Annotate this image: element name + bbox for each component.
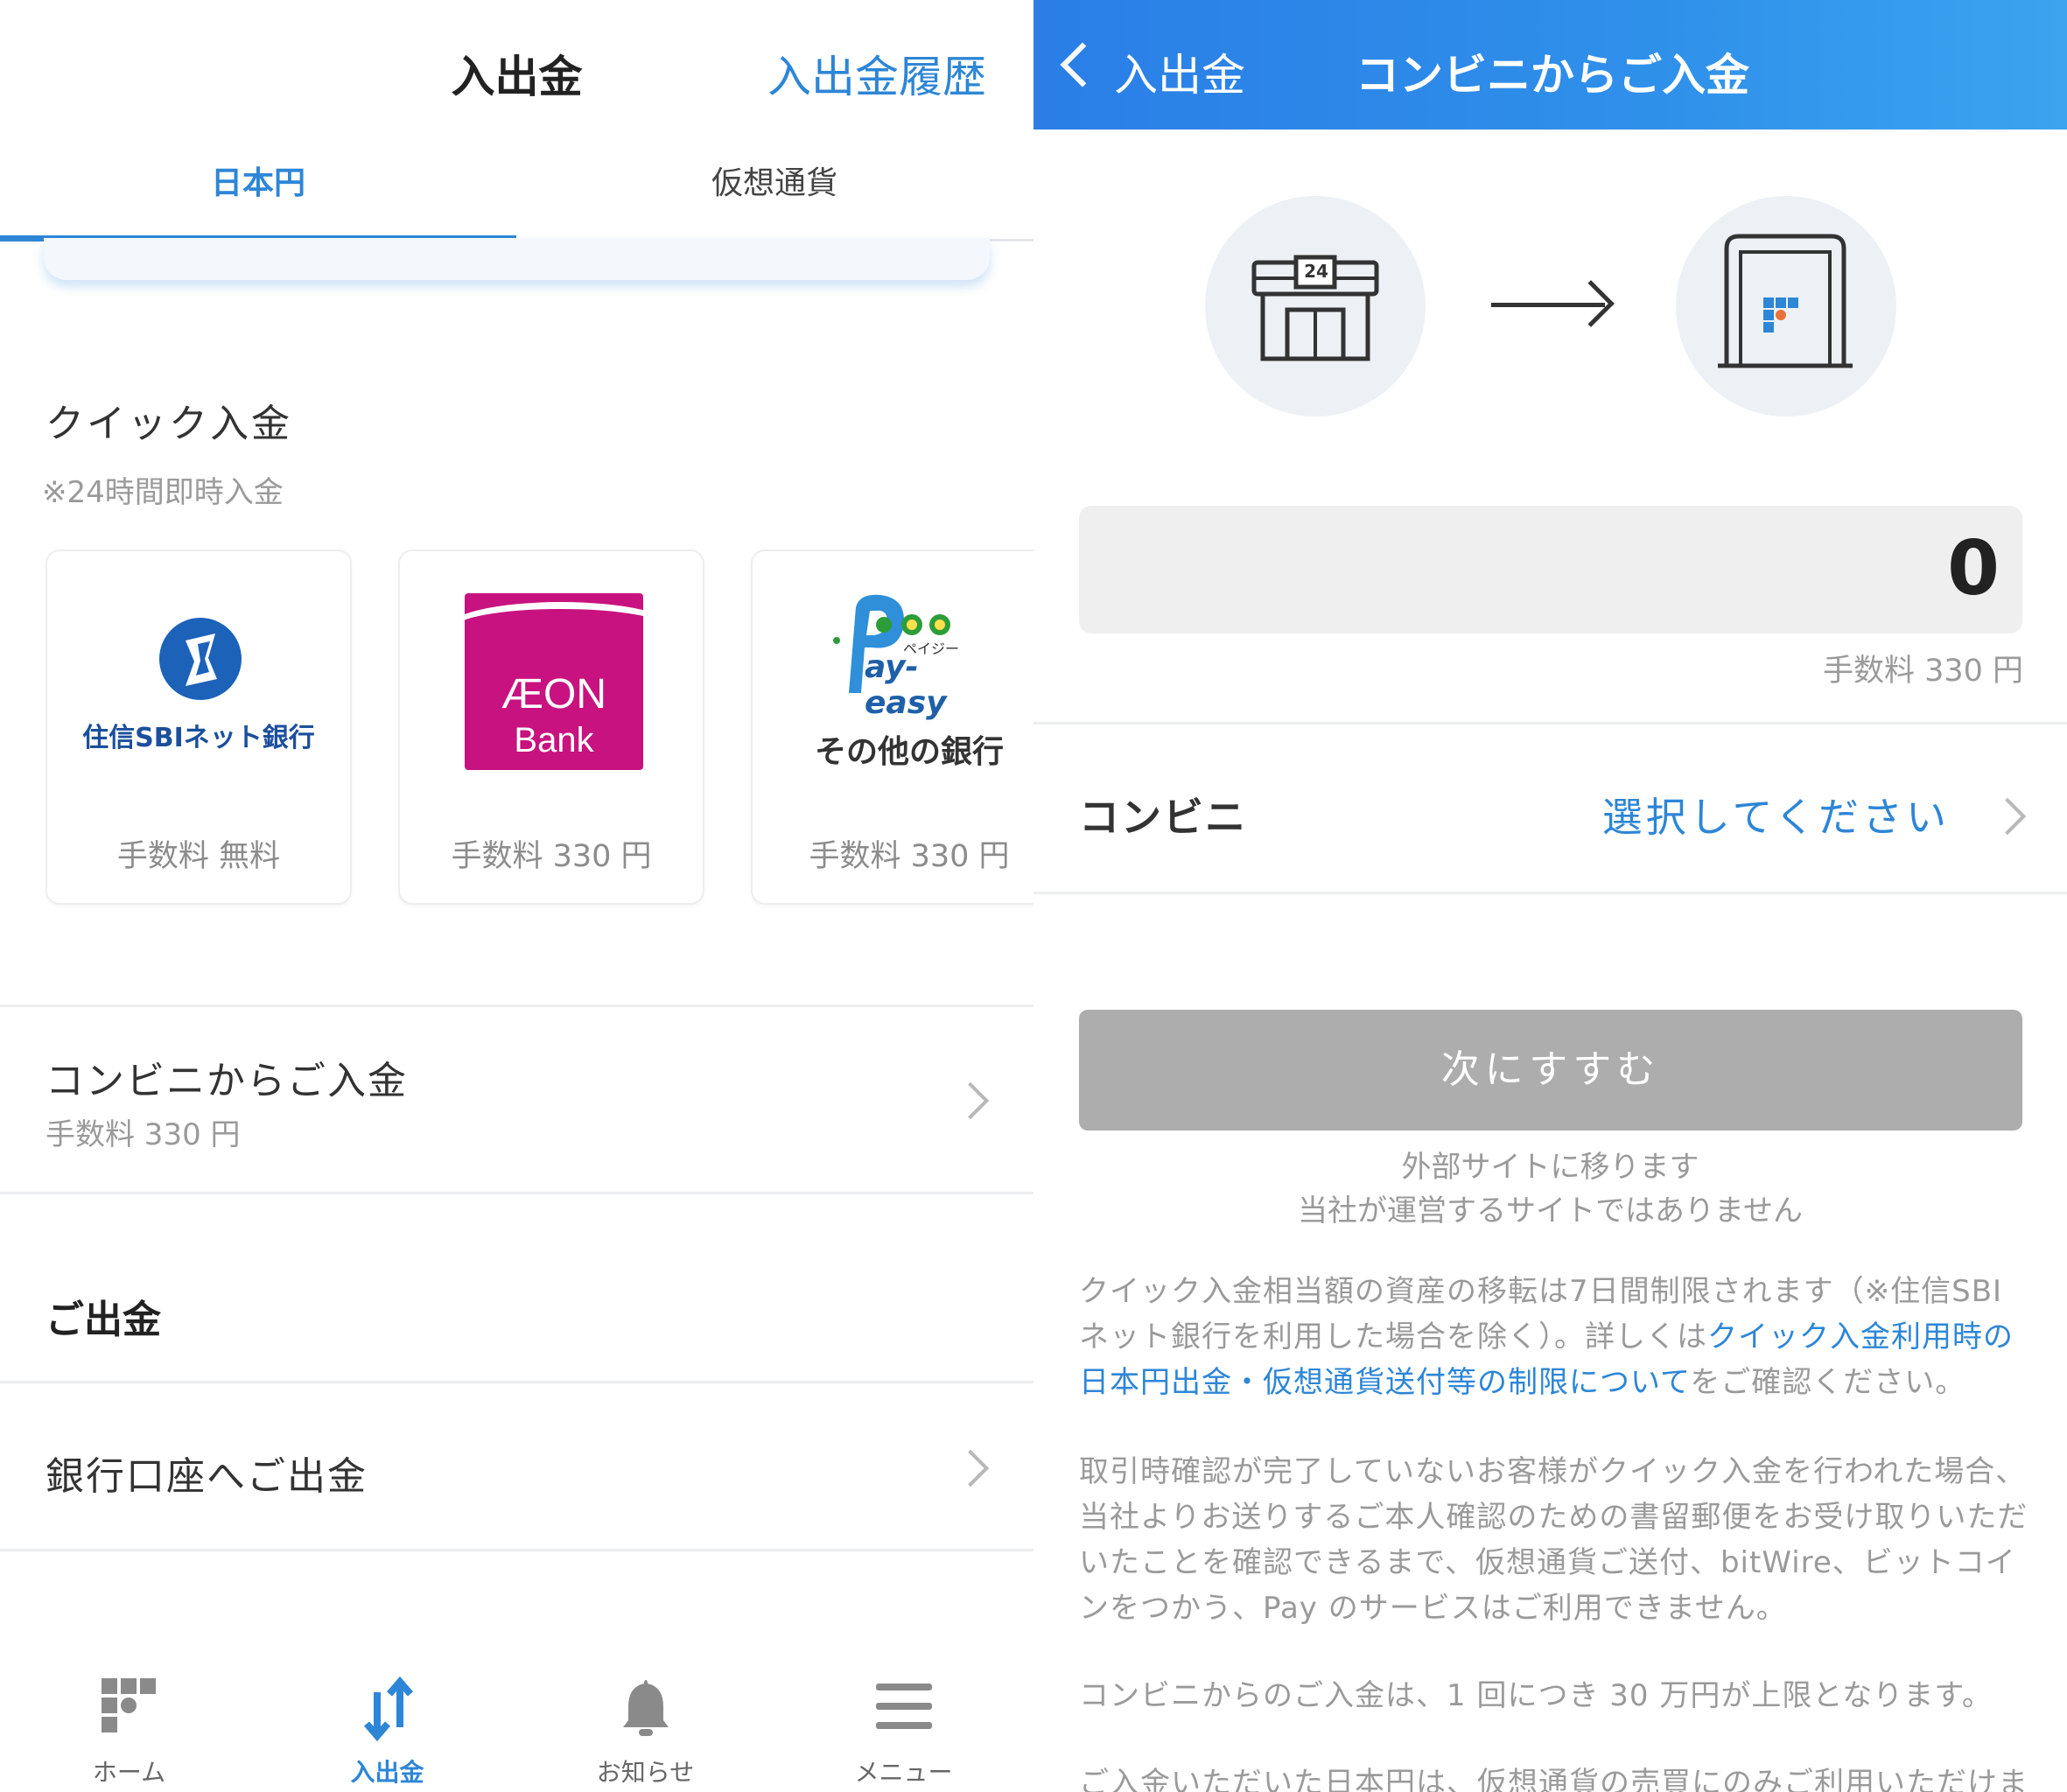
convenience-store-illustration: 24: [1205, 196, 1426, 416]
amount-input[interactable]: 0: [1079, 506, 2022, 634]
header: 入出金 コンビニからご入金: [1034, 0, 2067, 130]
back-label: 入出金: [1114, 50, 1245, 101]
tab-notifications[interactable]: お知らせ: [516, 1662, 774, 1792]
tab-home[interactable]: ホーム: [0, 1662, 258, 1792]
tab-label: お知らせ: [596, 1758, 695, 1787]
notice-text: をご確認ください。: [1690, 1365, 1966, 1400]
bank-withdraw-row[interactable]: 銀行口座へご出金: [0, 1383, 1034, 1550]
chevron-right-icon: [951, 1082, 990, 1120]
page-title: コンビニからご入金: [1356, 50, 1749, 101]
tab-crypto[interactable]: 仮想通貨: [516, 140, 1033, 242]
exchange-building-illustration: [1676, 196, 1896, 416]
aeon-bank-logo: ÆON Bank: [465, 593, 643, 770]
convenience-deposit-title: コンビニからご入金: [46, 1059, 408, 1103]
card-sbi[interactable]: 住信SBIネット銀行 手数料 無料: [46, 550, 352, 905]
quick-deposit-title: クイック入金: [46, 402, 292, 446]
screen: 入出金 入出金履歴 日本円 仮想通貨 クイック入金 ※24時間即時入金 住信SB…: [0, 0, 2067, 1792]
external-site-note: 外部サイトに移ります: [1401, 1150, 1699, 1185]
convenience-deposit-screen: 入出金 コンビニからご入金 24 0 手数料 330 円 コンビニ 選択してくだ…: [1034, 0, 2067, 1792]
convenience-deposit-fee: 手数料 330 円: [46, 1117, 241, 1152]
other-banks-name: その他の銀行: [814, 734, 1004, 770]
aeon-logo-text: ÆON: [501, 671, 606, 718]
banner-card: [44, 238, 990, 280]
bank-withdraw-title: 銀行口座へご出金: [46, 1454, 368, 1499]
aeon-logo-bank: Bank: [514, 721, 594, 760]
currency-tabs: 日本円 仮想通貨: [0, 140, 1034, 242]
payeasy-logo-icon: ペイジー ay-easy: [830, 590, 987, 721]
notice-convenience-limit: コンビニからのご入金は、1 回につき 30 万円が上限となります。: [1079, 1678, 1993, 1713]
deposit-withdraw-icon: [363, 1676, 414, 1741]
card-fee: 手数料 無料: [116, 839, 281, 874]
chevron-right-icon: [951, 1449, 990, 1488]
notice-identity-verification: 取引時確認が完了していないお客様がクイック入金を行われた場合、当社よりお送りする…: [1079, 1454, 2028, 1626]
aeon-swoosh: [465, 602, 643, 654]
payeasy-text: ay-easy: [865, 649, 947, 721]
amount-fee: 手数料 330 円: [1822, 654, 2023, 689]
bottom-tab-bar: ホーム 入出金 お知らせ メニュー: [0, 1662, 1034, 1792]
convenience-store-select[interactable]: コンビニ 選択してください: [1034, 724, 2067, 891]
card-other-banks[interactable]: ペイジー ay-easy その他の銀行 手数料 330 円: [751, 550, 1034, 905]
deposit-withdraw-screen: 入出金 入出金履歴 日本円 仮想通貨 クイック入金 ※24時間即時入金 住信SB…: [0, 0, 1034, 1792]
divider: [1034, 892, 2067, 894]
history-link[interactable]: 入出金履歴: [767, 42, 986, 105]
tab-menu[interactable]: メニュー: [774, 1662, 1033, 1792]
arrow-head: [1567, 280, 1615, 327]
chevron-right-icon: [1988, 797, 2027, 836]
building-icon: [1718, 234, 1853, 368]
tab-jpy[interactable]: 日本円: [0, 140, 516, 242]
divider: [0, 1192, 1034, 1194]
card-fee: 手数料 330 円: [809, 839, 1010, 874]
external-site-disclaimer: 当社が運営するサイトではありません: [1298, 1194, 1803, 1228]
store-badge: 24: [1304, 261, 1328, 282]
card-fee: 手数料 330 円: [451, 839, 652, 874]
convenience-store-placeholder: 選択してください: [1601, 794, 1950, 841]
divider: [0, 1549, 1034, 1551]
bell-icon: [623, 1680, 669, 1736]
next-button[interactable]: 次にすすむ: [1079, 1010, 2022, 1130]
tab-label: ホーム: [92, 1758, 166, 1787]
card-aeon[interactable]: ÆON Bank 手数料 330 円: [398, 550, 704, 905]
withdraw-section-title: ご出金: [46, 1298, 161, 1342]
notice-jpy-usage: ご入金いただいた日本円は、仮想通貨の売買にのみご利用いただけます。: [1079, 1766, 2028, 1792]
header: 入出金 入出金履歴: [0, 0, 1034, 140]
home-icon: [102, 1678, 156, 1732]
notice-quick-deposit-limit: クイック入金相当額の資産の移転は7日間制限されます（※住信SBIネット銀行を利用…: [1079, 1269, 2033, 1405]
back-button[interactable]: 入出金: [1034, 0, 1261, 130]
convenience-store-label: コンビニ: [1079, 794, 1247, 841]
tab-label: メニュー: [854, 1758, 953, 1787]
amount-value: 0: [1947, 525, 2000, 612]
store-icon: [1251, 255, 1379, 361]
chevron-left-icon: [1060, 42, 1105, 88]
convenience-deposit-row[interactable]: コンビニからご入金 手数料 330 円: [0, 1007, 1034, 1193]
sbi-bank-name: 住信SBIネット銀行: [82, 723, 315, 753]
sbi-logo-icon: [159, 618, 242, 700]
tab-deposit-withdraw[interactable]: 入出金: [258, 1662, 516, 1792]
quick-deposit-cards: 住信SBIネット銀行 手数料 無料 ÆON Bank 手数料 330 円 ペイジ…: [46, 550, 1034, 908]
quick-deposit-subtitle: ※24時間即時入金: [42, 475, 284, 510]
tab-label: 入出金: [350, 1758, 424, 1787]
menu-icon: [876, 1684, 932, 1729]
